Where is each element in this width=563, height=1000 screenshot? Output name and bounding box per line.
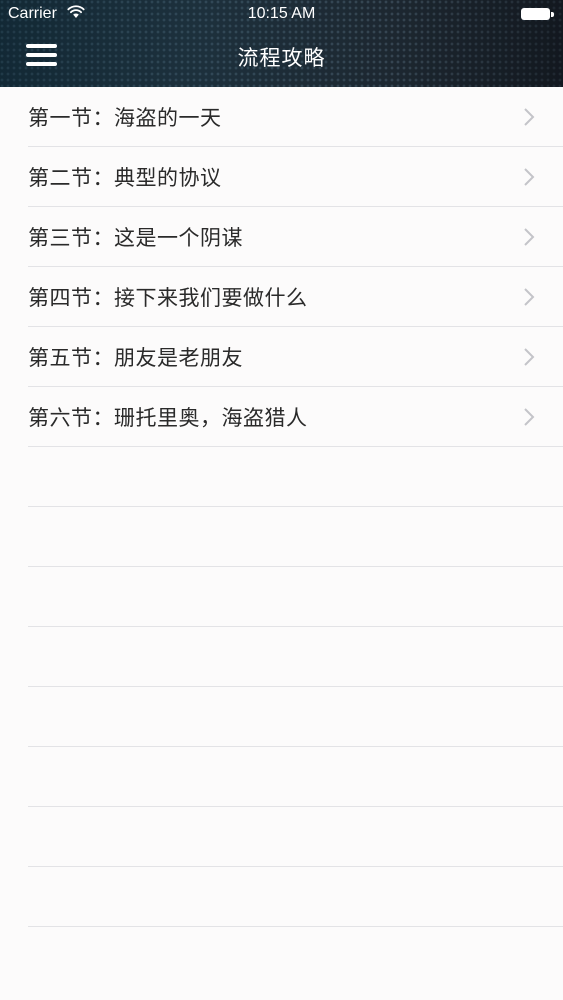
section-list: 第一节：海盗的一天 第二节：典型的协议 第三节：这是一个阴谋 第四节：接下来我们… [0,87,563,927]
chevron-right-icon [524,348,535,366]
list-item-section-1[interactable]: 第一节：海盗的一天 [28,87,563,147]
empty-row [28,867,563,927]
list-item-section-3[interactable]: 第三节：这是一个阴谋 [28,207,563,267]
empty-row [28,507,563,567]
list-item-label: 第三节：这是一个阴谋 [28,226,243,250]
chevron-right-icon [524,228,535,246]
clock-time: 10:15 AM [247,5,316,22]
list-item-section-5[interactable]: 第五节：朋友是老朋友 [28,327,563,387]
chevron-right-icon [524,108,535,126]
empty-row [28,747,563,807]
empty-row [28,807,563,867]
chevron-right-icon [524,408,535,426]
empty-row [28,447,563,507]
chevron-right-icon [524,168,535,186]
list-item-label: 第四节：接下来我们要做什么 [28,286,308,310]
list-item-label: 第二节：典型的协议 [28,166,222,190]
list-item-label: 第六节：珊托里奥，海盗猎人 [28,406,308,430]
chevron-right-icon [524,288,535,306]
battery-icon [521,8,555,22]
empty-row [28,687,563,747]
list-item-label: 第一节：海盗的一天 [28,106,222,130]
list-item-section-2[interactable]: 第二节：典型的协议 [28,147,563,207]
list-item-section-6[interactable]: 第六节：珊托里奥，海盗猎人 [28,387,563,447]
empty-row [28,627,563,687]
list-item-section-4[interactable]: 第四节：接下来我们要做什么 [28,267,563,327]
page-title: 流程攻略 [237,46,326,70]
status-bar: Carrier 10:15 AM [0,0,563,28]
list-item-label: 第五节：朋友是老朋友 [28,346,243,370]
empty-row [28,567,563,627]
navigation-header: Carrier 10:15 AM 流程攻略 [0,0,563,87]
